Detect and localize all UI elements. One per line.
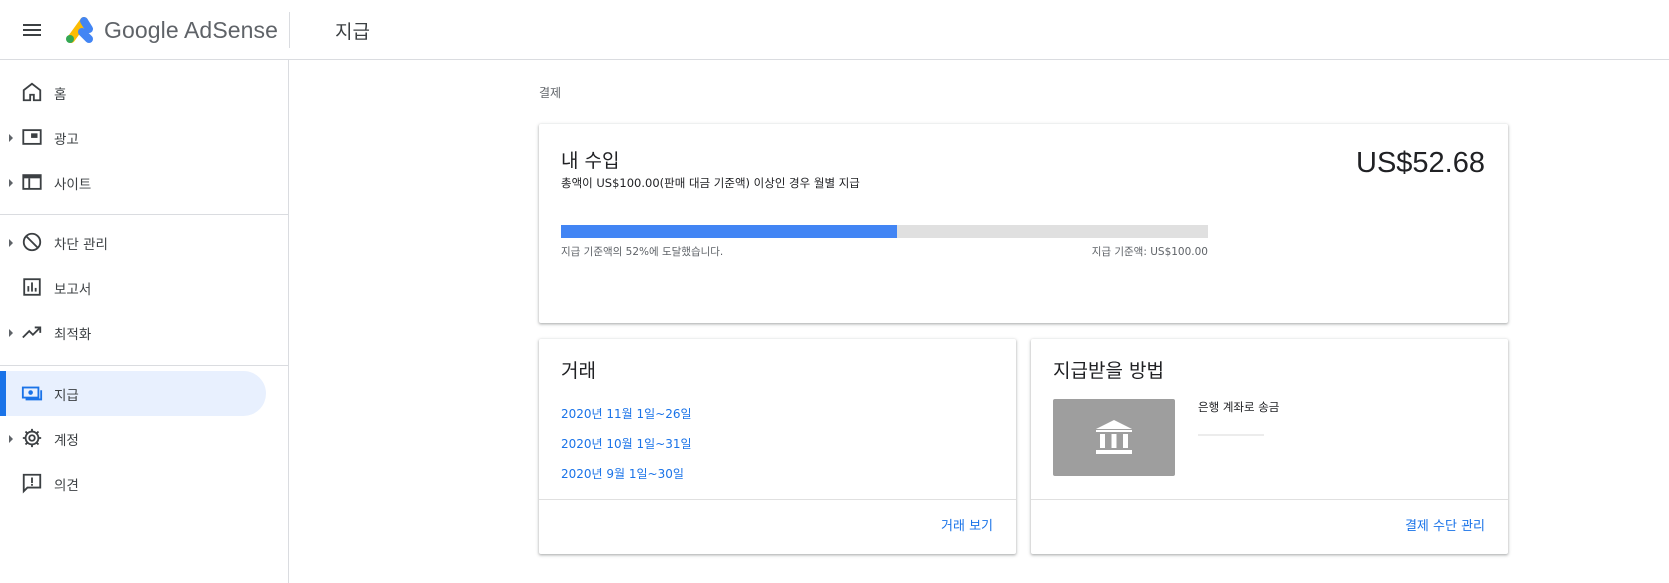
progress-percent-text: 지급 기준액의 52%에 도달했습니다. — [561, 246, 724, 258]
sidebar-item-label: 사이트 — [54, 177, 92, 193]
view-transactions-link[interactable]: 거래 보기 — [941, 515, 993, 534]
sidebar: 홈 광고 사이트 차단 관리 보고서 최적화 지급 계정 의견 — [0, 60, 289, 583]
ad-unit-icon — [21, 126, 43, 148]
sidebar-item-ads[interactable]: 광고 — [0, 115, 266, 160]
feedback-icon — [21, 472, 43, 494]
progress-fill — [561, 225, 898, 238]
nav-divider — [0, 365, 289, 366]
sidebar-item-account[interactable]: 계정 — [0, 416, 266, 461]
menu-icon[interactable] — [20, 18, 44, 42]
card-divider — [1031, 499, 1508, 500]
sidebar-item-label: 최적화 — [54, 327, 92, 343]
sidebar-item-blocking[interactable]: 차단 관리 — [0, 220, 266, 265]
breadcrumb: 결제 — [539, 86, 562, 100]
payment-method-title: 지급받을 방법 — [1053, 360, 1164, 382]
header-divider — [289, 12, 290, 48]
earnings-card: 내 수입 총액이 US$100.00(판매 대금 기준액) 이상인 경우 월별 … — [539, 124, 1508, 323]
nav-divider — [0, 214, 289, 215]
threshold-text: 지급 기준액: US$100.00 — [1091, 246, 1208, 258]
top-app-bar: Google AdSense 지급 — [0, 0, 1669, 60]
transaction-period-link[interactable]: 2020년 11월 1일~26일 — [561, 405, 692, 422]
transactions-title: 거래 — [561, 360, 596, 382]
expand-arrow-icon — [9, 435, 13, 443]
payment-method-card: 지급받을 방법 은행 계좌로 송금 결제 수단 관리 — [1031, 339, 1508, 554]
sidebar-item-sites[interactable]: 사이트 — [0, 160, 266, 205]
page-title: 지급 — [335, 21, 370, 43]
transaction-period-link[interactable]: 2020년 9월 1일~30일 — [561, 465, 684, 482]
gear-icon — [21, 427, 43, 449]
sidebar-item-label: 홈 — [54, 87, 67, 103]
expand-arrow-icon — [9, 239, 13, 247]
sidebar-item-label: 계정 — [54, 433, 79, 449]
card-divider — [539, 499, 1016, 500]
payment-method-name: 은행 계좌로 송금 — [1198, 400, 1280, 414]
manage-payment-methods-link[interactable]: 결제 수단 관리 — [1405, 515, 1485, 534]
block-icon — [21, 231, 43, 253]
sidebar-item-label: 보고서 — [54, 282, 92, 298]
payment-threshold-progress — [561, 225, 1208, 238]
sidebar-item-label: 지급 — [54, 388, 79, 404]
earnings-amount: US$52.68 — [1356, 147, 1485, 179]
brand-name: Google AdSense — [104, 17, 279, 43]
payment-method-detail — [1198, 434, 1264, 436]
sidebar-item-optimization[interactable]: 최적화 — [0, 310, 266, 355]
sidebar-item-label: 광고 — [54, 132, 79, 148]
adsense-logo — [62, 15, 96, 45]
transaction-period-link[interactable]: 2020년 10월 1일~31일 — [561, 435, 692, 452]
sidebar-item-label: 의견 — [54, 478, 79, 494]
home-icon — [21, 81, 43, 103]
web-icon — [21, 171, 43, 193]
trending-up-icon — [21, 321, 43, 343]
expand-arrow-icon — [9, 329, 13, 337]
transactions-card: 거래 2020년 11월 1일~26일 2020년 10월 1일~31일 202… — [539, 339, 1016, 554]
sidebar-item-home[interactable]: 홈 — [0, 70, 266, 115]
sidebar-item-label: 차단 관리 — [54, 237, 108, 253]
expand-arrow-icon — [9, 134, 13, 142]
expand-arrow-icon — [9, 179, 13, 187]
sidebar-item-payments[interactable]: 지급 — [0, 371, 266, 416]
report-chart-icon — [21, 276, 43, 298]
bank-icon — [1053, 399, 1175, 476]
sidebar-item-reports[interactable]: 보고서 — [0, 265, 266, 310]
earnings-title: 내 수입 — [561, 150, 620, 172]
sidebar-item-feedback[interactable]: 의견 — [0, 461, 266, 506]
earnings-subtitle: 총액이 US$100.00(판매 대금 기준액) 이상인 경우 월별 지급 — [561, 176, 860, 190]
payments-icon — [21, 382, 43, 404]
